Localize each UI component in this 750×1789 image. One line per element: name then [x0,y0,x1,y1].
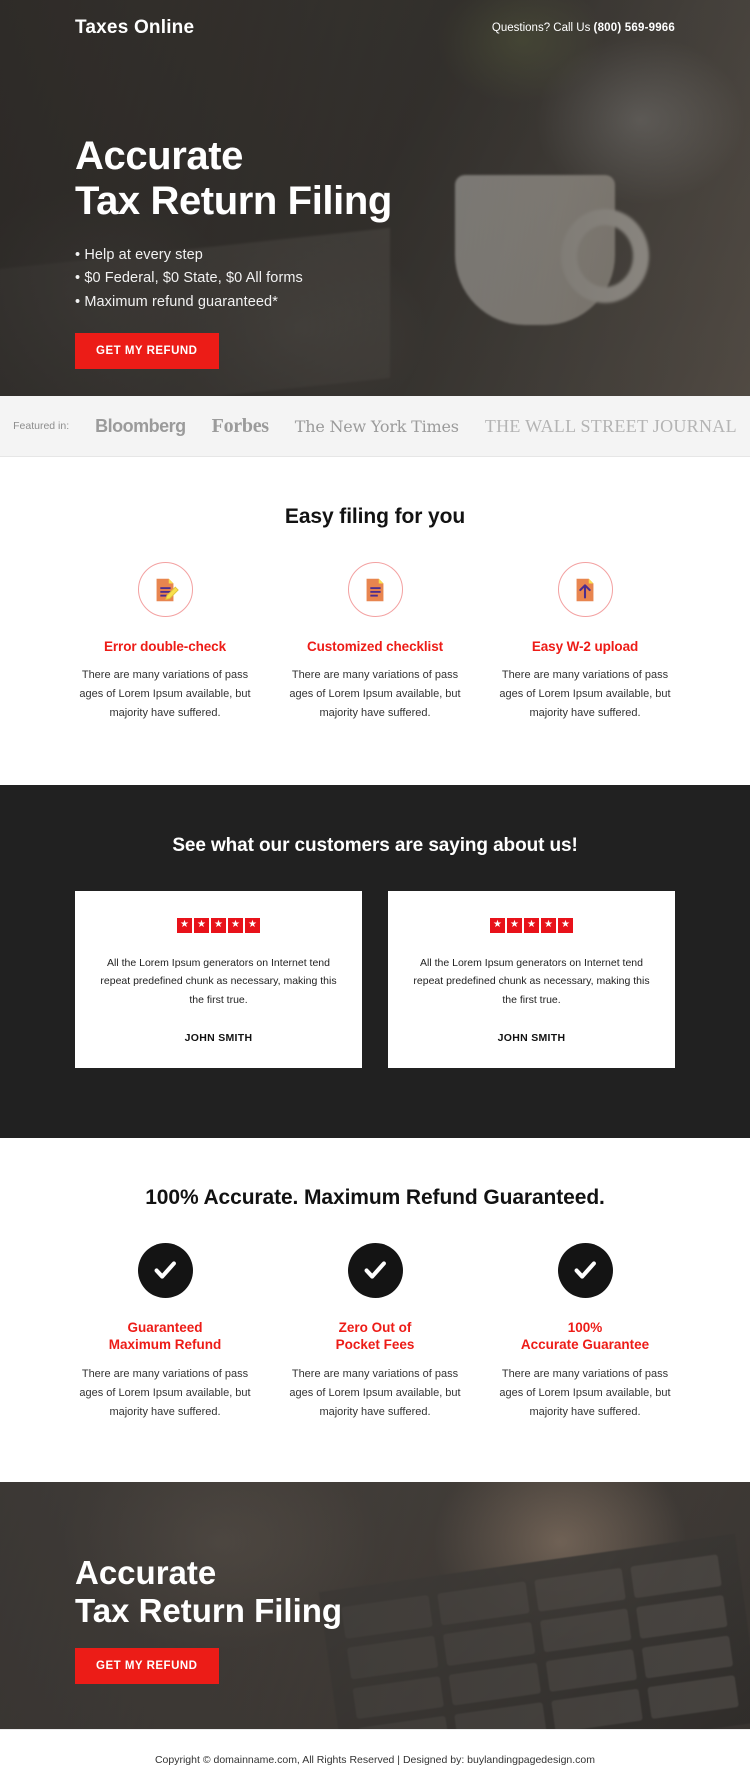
get-my-refund-button-top[interactable]: GET MY REFUND [75,333,219,370]
hero-benefit-item: Maximum refund guaranteed* [75,291,675,314]
guarantees-section: 100% Accurate. Maximum Refund Guaranteed… [0,1137,750,1483]
star-icon: ★ [490,917,505,933]
feature-card: Easy W-2 upload There are many variation… [480,562,690,723]
star-icon: ★ [507,917,522,933]
featured-in-bar: Featured in: Bloomberg Forbes The New Yo… [0,396,750,457]
document-lines-icon [347,562,403,617]
testimonial-author: JOHN SMITH [497,1031,566,1044]
footer-copyright: Copyright © domainname.com, All Rights R… [154,1753,596,1766]
featured-in-label: Featured in: [13,420,70,432]
guarantee-card: Guaranteed Maximum Refund There are many… [60,1242,270,1422]
testimonial-quote: All the Lorem Ipsum generators on Intern… [100,956,337,1007]
guarantee-description: There are many variations of pass ages o… [289,1368,461,1419]
hero-title: Accurate Tax Return Filing [75,134,675,224]
testimonial-author: JOHN SMITH [184,1031,253,1044]
guarantee-card: Zero Out of Pocket Fees There are many v… [270,1242,480,1422]
hero-section: Taxes Online Questions? Call Us (800) 56… [0,0,750,396]
feature-description: There are many variations of pass ages o… [79,669,251,719]
contact-phone[interactable]: Questions? Call Us (800) 569-9966 [492,22,675,34]
bottom-hero-section: Accurate Tax Return Filing GET MY REFUND [0,1482,750,1730]
feature-title: Error double-check [104,639,226,654]
bottom-hero-title-line-2: Tax Return Filing [75,1591,343,1629]
testimonial-quote: All the Lorem Ipsum generators on Intern… [413,956,650,1007]
star-rating: ★ ★ ★ ★ ★ [410,917,653,933]
get-my-refund-button-bottom[interactable]: GET MY REFUND [75,1648,219,1685]
check-circle-icon [137,1242,193,1298]
hero-benefits-list: Help at every step $0 Federal, $0 State,… [75,244,675,314]
brand-logo[interactable]: Taxes Online [75,17,194,39]
guarantee-title-line-1: Zero Out of [338,1319,412,1335]
check-circle-icon [557,1242,613,1298]
bottom-hero-title: Accurate Tax Return Filing [75,1554,675,1629]
hero-title-line-1: Accurate [75,134,243,178]
guarantee-title: Zero Out of Pocket Fees [282,1319,468,1354]
document-pencil-icon [137,562,193,617]
features-title: Easy filing for you [284,505,466,528]
feature-title: Customized checklist [306,639,444,654]
feature-description: There are many variations of pass ages o… [499,669,671,719]
wall-street-journal-logo: THE WALL STREET JOURNAL [484,415,737,436]
hero-benefit-item: Help at every step [75,244,675,267]
star-icon: ★ [558,917,573,933]
bloomberg-logo: Bloomberg [95,415,186,436]
guarantee-title-line-1: 100% [567,1319,603,1335]
contact-phone-number: (800) 569-9966 [593,22,675,34]
features-section: Easy filing for you Error double-check T… [0,457,750,785]
star-icon: ★ [524,917,539,933]
feature-card: Error double-check There are many variat… [60,562,270,723]
guarantee-card: 100% Accurate Guarantee There are many v… [480,1242,690,1422]
check-circle-icon [347,1242,403,1298]
guarantees-title: 100% Accurate. Maximum Refund Guaranteed… [145,1185,605,1209]
hero-title-line-2: Tax Return Filing [75,178,392,223]
document-upload-arrow-icon [557,562,613,617]
contact-phone-label: Questions? Call Us [491,22,594,34]
guarantee-title-line-2: Pocket Fees [335,1337,415,1353]
testimonial-card: ★ ★ ★ ★ ★ All the Lorem Ipsum generators… [388,890,675,1068]
guarantee-title-line-2: Maximum Refund [108,1337,222,1353]
guarantee-title-line-1: Guaranteed [127,1319,203,1335]
header-bar: Taxes Online Questions? Call Us (800) 56… [75,0,675,39]
guarantee-title-line-2: Accurate Guarantee [520,1337,650,1353]
new-york-times-logo: The New York Times [294,416,459,436]
star-icon: ★ [541,917,556,933]
star-icon: ★ [177,917,192,933]
guarantee-description: There are many variations of pass ages o… [499,1368,671,1419]
guarantee-title: 100% Accurate Guarantee [492,1319,678,1354]
testimonial-card: ★ ★ ★ ★ ★ All the Lorem Ipsum generators… [75,890,362,1068]
star-rating: ★ ★ ★ ★ ★ [97,917,340,933]
footer: Copyright © domainname.com, All Rights R… [0,1729,750,1789]
testimonials-section: See what our customers are saying about … [0,784,750,1138]
guarantee-title: Guaranteed Maximum Refund [72,1319,258,1354]
feature-title: Easy W-2 upload [531,639,639,654]
star-icon: ★ [194,917,209,933]
forbes-logo: Forbes [211,414,269,437]
hero-benefit-item: $0 Federal, $0 State, $0 All forms [75,267,675,290]
star-icon: ★ [211,917,226,933]
bottom-hero-title-line-1: Accurate [75,1554,217,1592]
guarantee-description: There are many variations of pass ages o… [79,1368,251,1419]
landing-page: Taxes Online Questions? Call Us (800) 56… [0,0,750,1789]
star-icon: ★ [228,917,243,933]
testimonials-title: See what our customers are saying about … [172,834,578,856]
star-icon: ★ [245,917,260,933]
feature-description: There are many variations of pass ages o… [289,669,461,719]
feature-card: Customized checklist There are many vari… [270,562,480,723]
